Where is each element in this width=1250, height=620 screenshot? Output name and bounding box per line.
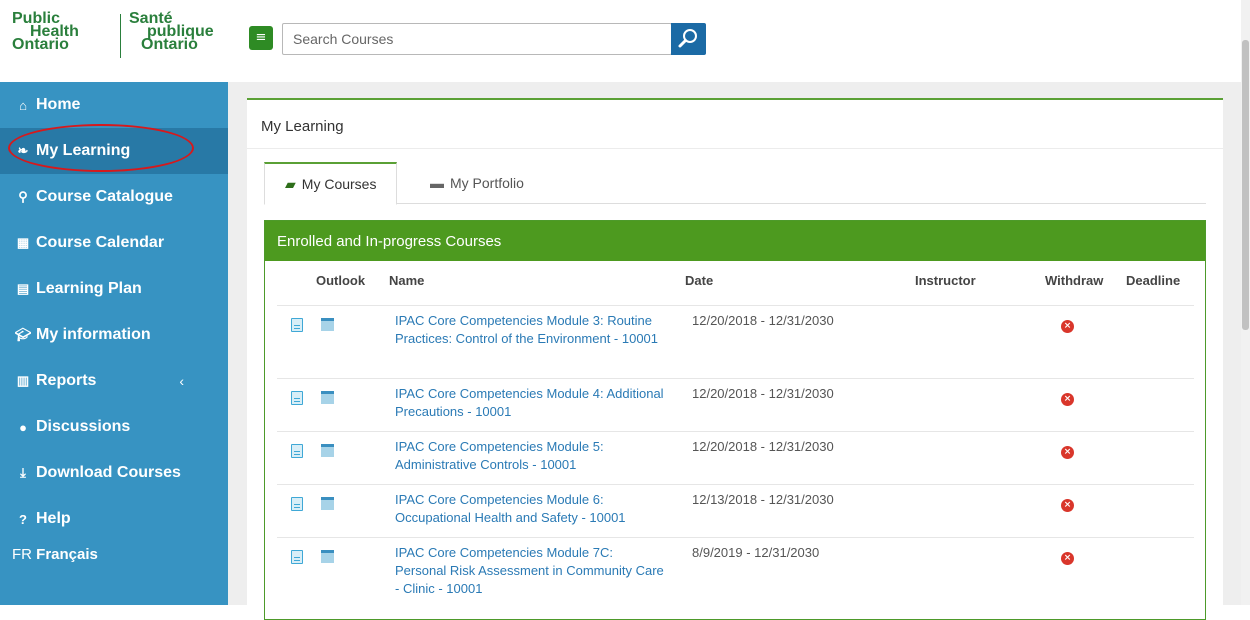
sidebar-item-label: My information: [36, 326, 151, 343]
column-header-date: Date: [685, 273, 714, 288]
sidebar: ⌂ Home ❧ My Learning ⚲ Course Catalogue …: [0, 82, 228, 605]
public-health-ontario-logo[interactable]: Public Health Ontario Santé publique Ont…: [8, 8, 228, 68]
withdraw-icon[interactable]: ×: [1061, 552, 1074, 565]
sidebar-item-my-learning[interactable]: ❧ My Learning: [0, 128, 228, 174]
course-name-link[interactable]: IPAC Core Competencies Module 6: Occupat…: [395, 491, 665, 527]
bar-chart-icon: ▥: [16, 373, 30, 388]
sidebar-item-label: Course Catalogue: [36, 188, 173, 205]
sidebar-item-reports[interactable]: ▥ Reports ‹: [0, 358, 228, 404]
course-date: 12/20/2018 - 12/31/2030: [692, 386, 834, 401]
sidebar-item-label: Discussions: [36, 418, 131, 435]
column-header-deadline: Deadline: [1126, 273, 1181, 288]
course-date: 12/20/2018 - 12/31/2030: [692, 439, 834, 454]
scrollbar-thumb[interactable]: [1242, 40, 1249, 330]
document-icon[interactable]: [291, 318, 303, 332]
tab-label: My Portfolio: [450, 175, 524, 191]
tab-my-courses[interactable]: ▰ My Courses: [264, 162, 398, 205]
document-icon[interactable]: [291, 497, 303, 511]
calendar-icon: ▦: [16, 235, 30, 250]
sidebar-item-download-courses[interactable]: ⤓ Download Courses: [0, 450, 228, 496]
search-courses-input[interactable]: [282, 23, 672, 55]
divider: [247, 148, 1223, 149]
sidebar-item-label: Help: [36, 510, 71, 527]
course-name-link[interactable]: IPAC Core Competencies Module 5: Adminis…: [395, 438, 665, 474]
home-icon: ⌂: [19, 97, 27, 113]
sidebar-item-course-catalogue[interactable]: ⚲ Course Catalogue: [0, 174, 228, 220]
search-button[interactable]: [671, 23, 706, 55]
book-icon: ▰: [285, 175, 296, 192]
table-row: IPAC Core Competencies Module 6: Occupat…: [277, 484, 1194, 537]
magnifier-icon: [678, 29, 697, 48]
tab-my-portfolio[interactable]: ▬ My Portfolio: [410, 162, 544, 204]
document-icon[interactable]: [291, 444, 303, 458]
main-content: My Learning ▰ My Courses ▬ My Portfolio …: [228, 82, 1241, 620]
enrolled-courses-box: Enrolled and In-progress Courses Outlook…: [264, 220, 1206, 620]
page-scrollbar[interactable]: [1241, 0, 1250, 605]
language-toggle[interactable]: FR Français: [12, 546, 98, 563]
sidebar-item-home[interactable]: ⌂ Home: [0, 82, 228, 128]
table-row: IPAC Core Competencies Module 7C: Person…: [277, 537, 1194, 607]
logo-french: Santé publique Ontario: [129, 11, 214, 53]
withdraw-icon[interactable]: ×: [1061, 446, 1074, 459]
logo-english: Public Health Ontario: [12, 11, 79, 53]
my-learning-panel: My Learning ▰ My Courses ▬ My Portfolio …: [247, 98, 1223, 620]
comments-icon: ●: [19, 419, 27, 435]
sidebar-item-label: My Learning: [36, 142, 131, 159]
hamburger-menu-button[interactable]: ≡: [249, 26, 273, 50]
language-label: Français: [36, 546, 98, 563]
sidebar-item-my-information[interactable]: 🎓︎ My information: [0, 312, 228, 358]
withdraw-icon[interactable]: ×: [1061, 320, 1074, 333]
logo-en-line3: Ontario: [12, 36, 69, 53]
document-icon[interactable]: [291, 391, 303, 405]
file-icon: ▤: [16, 281, 30, 296]
document-icon[interactable]: [291, 550, 303, 564]
course-name-link[interactable]: IPAC Core Competencies Module 4: Additio…: [395, 385, 665, 421]
column-header-instructor: Instructor: [915, 273, 976, 288]
hamburger-icon: ≡: [255, 30, 267, 45]
search-icon: ⚲: [18, 189, 28, 204]
top-bar: Public Health Ontario Santé publique Ont…: [0, 0, 1241, 82]
briefcase-icon: ▬: [430, 175, 444, 191]
column-header-outlook: Outlook: [316, 273, 366, 288]
sidebar-item-help[interactable]: ? Help: [0, 496, 228, 542]
course-date: 12/13/2018 - 12/31/2030: [692, 492, 834, 507]
table-row: IPAC Core Competencies Module 5: Adminis…: [277, 431, 1194, 484]
course-name-link[interactable]: IPAC Core Competencies Module 7C: Person…: [395, 544, 665, 598]
column-header-withdraw: Withdraw: [1045, 273, 1104, 288]
sidebar-item-label: Reports: [36, 372, 97, 389]
column-header-name: Name: [389, 273, 425, 288]
tab-bar: ▰ My Courses ▬ My Portfolio: [264, 162, 1206, 205]
logo-separator: [120, 14, 121, 58]
outlook-calendar-icon[interactable]: [321, 444, 334, 457]
course-date: 8/9/2019 - 12/31/2030: [692, 545, 820, 560]
table-row: IPAC Core Competencies Module 4: Additio…: [277, 378, 1194, 431]
language-prefix: FR: [12, 546, 32, 563]
question-icon: ?: [19, 511, 27, 527]
sidebar-item-course-calendar[interactable]: ▦ Course Calendar: [0, 220, 228, 266]
sidebar-item-learning-plan[interactable]: ▤ Learning Plan: [0, 266, 228, 312]
table-row: IPAC Core Competencies Module 3: Routine…: [277, 305, 1194, 358]
sidebar-item-discussions[interactable]: ● Discussions: [0, 404, 228, 450]
outlook-calendar-icon[interactable]: [321, 318, 334, 331]
outlook-calendar-icon[interactable]: [321, 497, 334, 510]
tab-label: My Courses: [301, 176, 377, 192]
outlook-calendar-icon[interactable]: [321, 391, 334, 404]
sidebar-item-label: Course Calendar: [36, 234, 165, 251]
course-name-link[interactable]: IPAC Core Competencies Module 3: Routine…: [395, 312, 665, 348]
download-icon: ⤓: [20, 465, 26, 480]
outlook-calendar-icon[interactable]: [321, 550, 334, 563]
section-header: Enrolled and In-progress Courses: [265, 221, 1205, 261]
sidebar-item-label: Home: [36, 96, 81, 113]
withdraw-icon[interactable]: ×: [1061, 393, 1074, 406]
leaf-icon: ❧: [17, 143, 29, 158]
page-title: My Learning: [261, 118, 344, 135]
graduation-cap-icon: 🎓︎: [14, 327, 32, 342]
sidebar-item-label: Download Courses: [36, 464, 181, 481]
sidebar-item-label: Learning Plan: [36, 280, 142, 297]
course-date: 12/20/2018 - 12/31/2030: [692, 313, 834, 328]
chevron-left-icon: ‹: [179, 373, 184, 389]
withdraw-icon[interactable]: ×: [1061, 499, 1074, 512]
